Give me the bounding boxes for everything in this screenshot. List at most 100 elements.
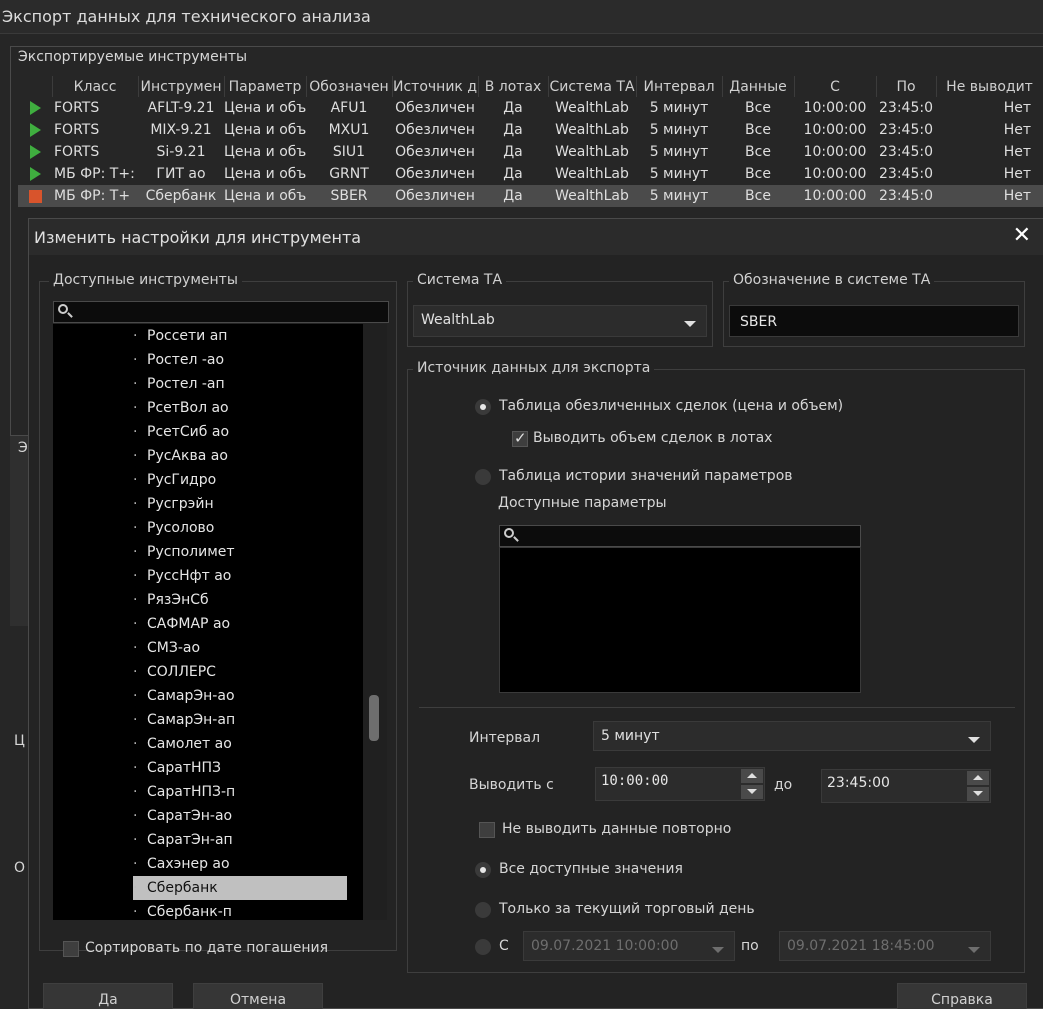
list-item[interactable]: РсетВол ао (53, 396, 363, 420)
col-from[interactable]: С (794, 76, 877, 97)
output-from-time-input[interactable]: 10:00:00 (595, 767, 765, 801)
list-item[interactable]: Сбербанк (53, 876, 363, 900)
no-repeat-checkbox[interactable] (479, 822, 495, 838)
col-instrument[interactable]: Инструмен (138, 76, 225, 97)
search-icon (504, 528, 514, 538)
play-icon[interactable] (29, 167, 41, 181)
spin-up-icon[interactable] (741, 769, 763, 783)
to-label: до (774, 777, 793, 793)
source-trades-radio[interactable] (475, 399, 491, 415)
list-item[interactable]: Сахэнер ао (53, 852, 363, 876)
list-item[interactable]: СаратЭн-ао (53, 804, 363, 828)
range-to-datetime[interactable]: 09.07.2021 18:45:00 (779, 931, 991, 961)
col-interval[interactable]: Интервал (636, 76, 723, 97)
col-symbol[interactable]: Обозначен (306, 76, 393, 97)
col-lots[interactable]: В лотах (478, 76, 549, 97)
list-item[interactable]: САФМАР ао (53, 612, 363, 636)
list-item-label: РусАква ао (147, 448, 228, 464)
range-radio[interactable] (475, 939, 491, 955)
table-row[interactable]: МБ ФР: Т+ Сбербанк Цена и объ SBER Обезличен… (18, 185, 1043, 207)
today-only-radio[interactable] (475, 902, 491, 918)
cancel-button[interactable]: Отмена (193, 983, 323, 1009)
all-values-radio[interactable] (475, 862, 491, 878)
volume-in-lots-checkbox[interactable] (512, 429, 528, 447)
cell-class: FORTS (54, 144, 100, 160)
col-to[interactable]: По (876, 76, 937, 97)
list-item[interactable]: Русолово (53, 516, 363, 540)
list-item[interactable]: РуссНфт ао (53, 564, 363, 588)
list-item[interactable]: РязЭнСб (53, 588, 363, 612)
stop-icon[interactable] (28, 189, 42, 203)
output-to-value: 23:45:00 (827, 775, 890, 791)
list-item[interactable]: СМЗ-ао (53, 636, 363, 660)
list-item[interactable]: СОЛЛЕРС (53, 660, 363, 684)
list-item[interactable]: СамарЭн-ап (53, 708, 363, 732)
cell-to: 23:45:0 (876, 185, 936, 207)
list-item-label: Сахэнер ао (147, 856, 230, 872)
play-icon[interactable] (29, 123, 41, 137)
ta-system-select[interactable]: WealthLab (413, 305, 707, 337)
list-item[interactable]: СаратНПЗ (53, 756, 363, 780)
table-row[interactable]: FORTS MIX-9.21 Цена и объ MXU1 Обезличен Да We… (18, 119, 1043, 141)
list-item[interactable]: Самолет ао (53, 732, 363, 756)
list-item[interactable]: СаратНПЗ-п (53, 780, 363, 804)
spin-down-icon[interactable] (741, 785, 763, 799)
status-cell[interactable] (18, 97, 52, 119)
list-item[interactable]: Русполимет (53, 540, 363, 564)
ta-symbol-input[interactable]: SBER (729, 305, 1019, 337)
col-param[interactable]: Параметр (224, 76, 307, 97)
range-from-label: С (499, 938, 509, 954)
list-item[interactable]: Россети ап (53, 324, 363, 348)
list-item-label: Русполимет (147, 544, 235, 560)
col-data[interactable]: Данные (722, 76, 795, 97)
cell-instrument: ГИТ ао (156, 166, 206, 182)
params-search-input[interactable] (499, 525, 861, 547)
ok-button[interactable]: Да (43, 983, 173, 1009)
cell-interval: 5 минут (649, 166, 709, 182)
scrollbar[interactable] (363, 324, 387, 920)
scrollbar-thumb[interactable] (369, 695, 379, 741)
cell-ta: WealthLab (555, 122, 629, 138)
table-row[interactable]: FORTS Si-9.21 Цена и объ SIU1 Обезличен Да Wea… (18, 141, 1043, 163)
play-icon[interactable] (29, 145, 41, 159)
instrument-search-input[interactable] (53, 301, 389, 323)
play-icon[interactable] (29, 101, 41, 115)
list-item[interactable]: Ростел -ао (53, 348, 363, 372)
list-item[interactable]: СаратЭн-ап (53, 828, 363, 852)
output-to-time-input[interactable]: 23:45:00 (821, 769, 991, 803)
list-item[interactable]: СамарЭн-ао (53, 684, 363, 708)
cell-data: Все (745, 166, 771, 182)
table-row[interactable]: FORTS AFLT-9.21 Цена и объ AFU1 Обезличен Да W… (18, 97, 1043, 119)
col-source[interactable]: Источник д (392, 76, 479, 97)
cell-no-repeat: Нет (1003, 166, 1031, 182)
col-ta[interactable]: Система ТА (548, 76, 637, 97)
list-item-label: Самолет ао (147, 736, 232, 752)
list-item-label: РязЭнСб (147, 592, 209, 608)
help-button[interactable]: Справка (897, 983, 1027, 1009)
list-item-label: СамарЭн-ао (147, 688, 235, 704)
params-list[interactable] (499, 547, 861, 693)
col-no-repeat[interactable]: Не выводит (936, 76, 1043, 97)
spin-up-icon[interactable] (967, 771, 989, 785)
sort-by-maturity-checkbox[interactable] (63, 941, 79, 957)
table-row[interactable]: МБ ФР: Т+: ГИТ ао Цена и объ GRNT Обезличен Д… (18, 163, 1043, 185)
status-cell[interactable] (18, 119, 52, 141)
col-status[interactable] (18, 76, 53, 97)
spin-down-icon[interactable] (967, 787, 989, 801)
list-item[interactable]: Ростел -ап (53, 372, 363, 396)
list-item[interactable]: РсетСиб ао (53, 420, 363, 444)
list-item[interactable]: Сбербанк-п (53, 900, 363, 920)
range-from-datetime[interactable]: 09.07.2021 10:00:00 (523, 931, 735, 961)
list-item[interactable]: РусАква ао (53, 444, 363, 468)
status-cell[interactable] (18, 185, 52, 207)
status-cell[interactable] (18, 163, 52, 185)
interval-select[interactable]: 5 минут (593, 721, 991, 751)
cell-param: Цена и объ (224, 185, 306, 207)
instrument-list[interactable]: Россети ап Ростел -ао Ростел -ап РсетВол ао… (53, 324, 363, 920)
close-icon[interactable]: ✕ (1013, 223, 1031, 248)
list-item[interactable]: Русгрэйн (53, 492, 363, 516)
source-history-radio[interactable] (475, 469, 491, 485)
status-cell[interactable] (18, 141, 52, 163)
list-item[interactable]: РусГидро (53, 468, 363, 492)
col-class[interactable]: Класс (52, 76, 139, 97)
